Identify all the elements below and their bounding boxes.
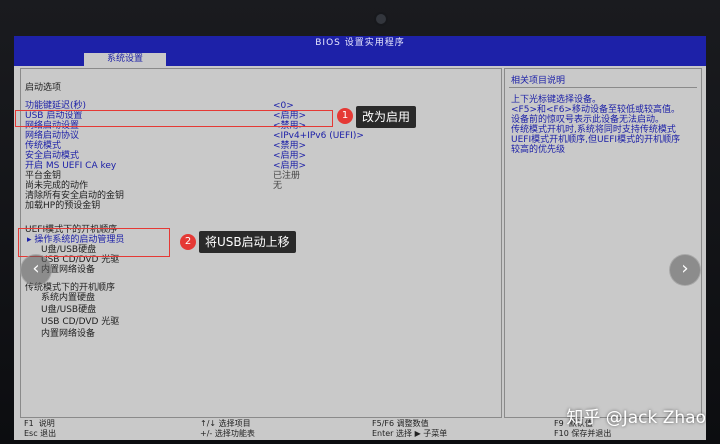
- help-title: 相关项目说明: [511, 76, 566, 86]
- help-line: UEFI模式开机顺序,但UEFI模式的开机顺序: [511, 135, 681, 145]
- setting-label: 安全启动模式: [25, 151, 80, 161]
- footer-key-save-exit: F10 保存并退出: [554, 429, 612, 438]
- setting-row-clear-keys[interactable]: 清除所有安全启动的金钥: [25, 191, 124, 201]
- setting-row: 尚未完成的动作 无: [25, 181, 282, 191]
- tab-system-settings[interactable]: 系统设置: [84, 53, 166, 66]
- setting-row[interactable]: 安全启动模式 <启用>: [25, 151, 306, 161]
- help-line: <F5>和<F6>移动设备至较低或较高值。: [511, 105, 680, 115]
- footer-key-enter: Enter 选择 ▶ 子菜单: [372, 429, 448, 438]
- setting-value: 无: [273, 181, 283, 191]
- footer-key-select-item: ↑/↓ 选择项目: [200, 419, 251, 428]
- setting-value: <启用>: [273, 151, 307, 161]
- setting-label: 网络启动协议: [25, 131, 80, 141]
- highlight-box-boot-order: [18, 228, 170, 257]
- footer-key-help: F1 说明: [24, 419, 55, 428]
- setting-value: <禁用>: [273, 141, 307, 151]
- setting-label: 尚未完成的动作: [25, 181, 89, 191]
- legacy-order-item-network[interactable]: 内置网络设备: [41, 329, 95, 339]
- setting-label: 传统模式: [25, 141, 62, 151]
- legacy-order-item-usb-disk[interactable]: U盘/USB硬盘: [41, 305, 96, 315]
- setting-label: 平台金钥: [25, 171, 62, 181]
- help-line: 上下光标键选择设备。: [511, 95, 602, 105]
- step-badge-1: 1: [337, 108, 353, 124]
- setting-row-load-hp-keys[interactable]: 加载HP的预设金钥: [25, 201, 100, 211]
- help-text: 上下光标键选择设备。 <F5>和<F6>移动设备至较低或较高值。 设备前的惊叹号…: [511, 95, 697, 155]
- setting-value: <启用>: [273, 161, 307, 171]
- section-title: 启动选项: [25, 83, 62, 93]
- setting-row[interactable]: 开启 MS UEFI CA key <启用>: [25, 161, 306, 171]
- footer-key-exit: Esc 退出: [24, 429, 57, 438]
- step-badge-2: 2: [180, 234, 196, 250]
- setting-label: 开启 MS UEFI CA key: [25, 161, 117, 171]
- help-line: 传统模式开机时,系统将同时支持传统模式: [511, 125, 676, 135]
- chevron-left-icon[interactable]: ‹: [20, 254, 52, 286]
- help-line: 较高的优先级: [511, 145, 566, 155]
- footer-key-select-menu: +/- 选择功能表: [200, 429, 255, 438]
- setting-label: 清除所有安全启动的金钥: [25, 191, 125, 201]
- webcam-icon: [376, 14, 386, 24]
- legacy-order-item-internal-disk[interactable]: 系统内置硬盘: [41, 293, 95, 303]
- watermark: 知乎 @Jack Zhao: [566, 408, 706, 428]
- callout-move-usb-up: 将USB启动上移: [199, 231, 296, 253]
- tab-bar: 系统设置: [14, 50, 706, 66]
- highlight-box-usb-boot: [15, 110, 333, 127]
- setting-label: 加载HP的预设金钥: [25, 201, 101, 211]
- setting-row: 平台金钥 已注册: [25, 171, 300, 181]
- setting-row[interactable]: 传统模式 <禁用>: [25, 141, 306, 151]
- help-line: 设备前的惊叹号表示此设备无法启动。: [511, 115, 665, 125]
- help-divider: [509, 87, 697, 88]
- setting-row[interactable]: 网络启动协议 <IPv4+IPv6 (UEFI)>: [25, 131, 364, 141]
- help-panel: 相关项目说明 上下光标键选择设备。 <F5>和<F6>移动设备至较低或较高值。 …: [504, 68, 702, 418]
- setting-value: 已注册: [273, 171, 301, 181]
- window-title: BIOS 设置实用程序: [14, 36, 706, 50]
- footer-key-adjust: F5/F6 调整数值: [372, 419, 429, 428]
- setting-value: <IPv4+IPv6 (UEFI)>: [273, 131, 364, 141]
- chevron-right-icon[interactable]: ›: [669, 254, 701, 286]
- callout-enable: 改为启用: [356, 106, 417, 128]
- legacy-order-item-usb-optical[interactable]: USB CD/DVD 光驱: [41, 317, 119, 327]
